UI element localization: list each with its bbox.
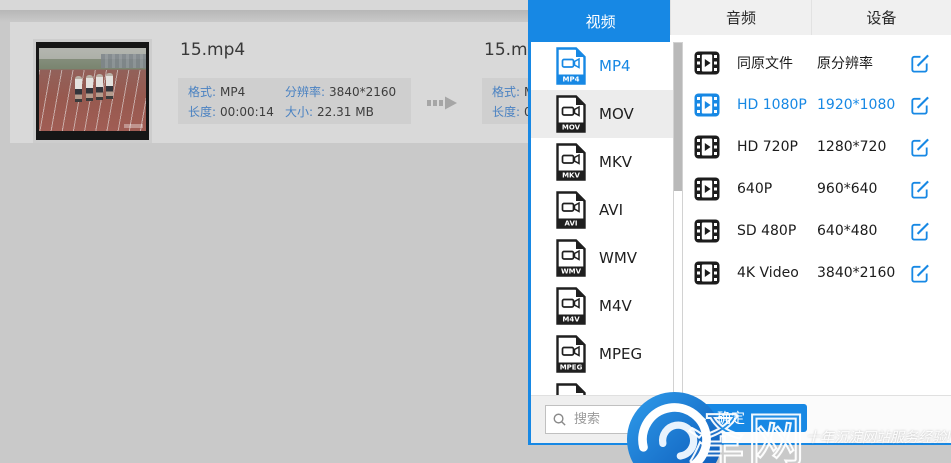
partial-file-icon [556, 383, 586, 395]
mpeg-file-icon: MPEG [556, 335, 586, 373]
thumbnail-figure [86, 75, 93, 101]
svg-text:WMV: WMV [561, 268, 582, 276]
format-list: MP4 MP4 MOV MOV [531, 42, 673, 395]
format-option-m4v[interactable]: M4V M4V [531, 282, 673, 330]
tab-audio[interactable]: 音频 [670, 0, 810, 35]
thumbnail-photo [39, 48, 146, 131]
duration-label: 长度: [492, 105, 520, 119]
edit-icon[interactable] [908, 178, 931, 201]
thumbnail-building [101, 54, 146, 68]
scrollbar-thumb[interactable] [674, 43, 682, 191]
edit-icon[interactable] [908, 136, 931, 159]
film-icon [694, 176, 720, 202]
svg-text:MPEG: MPEG [560, 364, 583, 372]
tab-device[interactable]: 设备 [811, 0, 951, 35]
film-icon [694, 260, 720, 286]
thumbnail-figure [75, 76, 82, 102]
resolution-option-4k[interactable]: 4K Video 3840*2160 [683, 252, 951, 294]
edit-icon[interactable] [908, 52, 931, 75]
resolution-option-480p[interactable]: SD 480P 640*480 [683, 210, 951, 252]
format-option-wmv[interactable]: WMV WMV [531, 234, 673, 282]
format-option-label: AVI [599, 201, 623, 219]
resolution-label: 分辨率: [285, 85, 325, 99]
resolution-name: HD 1080P [737, 97, 817, 113]
resolution-value: 1280*720 [817, 139, 908, 155]
film-icon [694, 92, 720, 118]
resolution-name: 640P [737, 181, 817, 197]
film-icon [694, 50, 720, 76]
resolution-value: 1920*1080 [817, 97, 908, 113]
size-label: 大小: [285, 105, 313, 119]
format-list-scrollbar[interactable] [673, 42, 683, 395]
resolution-value: 原分辨率 [817, 53, 908, 73]
search-input[interactable] [572, 411, 656, 428]
avi-file-icon: AVI [556, 191, 586, 229]
app-window: 15.mp4 格式: MP4 分辨率: 3840*2160 长度: 00:00:14 … [0, 0, 951, 463]
source-info-box: 格式: MP4 分辨率: 3840*2160 长度: 00:00:14 大小: 22.3… [178, 78, 411, 124]
format-option-mp4[interactable]: MP4 MP4 [531, 42, 673, 90]
format-picker-popup: 视频 音频 设备 MP4 MP4 [528, 0, 951, 445]
thumbnail-figure [106, 73, 113, 99]
source-file-name: 15.mp4 [180, 40, 245, 60]
search-box[interactable] [545, 405, 667, 434]
resolution-name: 同原文件 [737, 53, 817, 73]
mov-file-icon: MOV [556, 95, 586, 133]
tab-video[interactable]: 视频 [531, 0, 670, 42]
m4v-file-icon: M4V [556, 287, 586, 325]
resolution-name: HD 720P [737, 139, 817, 155]
format-option-label: M4V [599, 297, 632, 315]
mkv-file-icon: MKV [556, 143, 586, 181]
format-option-partial[interactable] [531, 378, 673, 395]
svg-text:MKV: MKV [562, 172, 580, 180]
svg-text:AVI: AVI [565, 220, 578, 228]
wmv-file-icon: WMV [556, 239, 586, 277]
popup-tabs: 视频 音频 设备 [531, 0, 951, 35]
film-icon [694, 218, 720, 244]
convert-arrow-icon [427, 95, 457, 111]
svg-text:MP4: MP4 [563, 76, 580, 84]
resolution-value: 3840*2160 [329, 85, 396, 99]
size-value: 22.31 MB [317, 105, 374, 119]
edit-icon[interactable] [908, 220, 931, 243]
format-option-label: MP4 [599, 57, 631, 75]
format-option-mkv[interactable]: MKV MKV [531, 138, 673, 186]
resolution-value: 3840*2160 [817, 265, 908, 281]
edit-icon[interactable] [908, 94, 931, 117]
resolution-option-720p[interactable]: HD 720P 1280*720 [683, 126, 951, 168]
confirm-button[interactable]: 确定 [655, 404, 807, 432]
format-option-label: MOV [599, 105, 634, 123]
resolution-list: 同原文件 原分辨率 HD 1080P 1920*1080 [683, 42, 951, 294]
duration-value: 00:00:14 [220, 105, 274, 119]
video-thumbnail [33, 39, 152, 143]
resolution-option-640p[interactable]: 640P 960*640 [683, 168, 951, 210]
format-option-avi[interactable]: AVI AVI [531, 186, 673, 234]
format-option-label: WMV [599, 249, 637, 267]
edit-icon[interactable] [908, 262, 931, 285]
format-option-mpeg[interactable]: MPEG MPEG [531, 330, 673, 378]
thumbnail-figure [96, 74, 103, 100]
resolution-value: 960*640 [817, 181, 908, 197]
format-value: MP4 [220, 85, 245, 99]
resolution-name: 4K Video [737, 265, 817, 281]
format-option-label: MPEG [599, 345, 642, 363]
format-label: 格式: [492, 85, 520, 99]
resolution-value: 640*480 [817, 223, 908, 239]
search-icon [552, 412, 567, 427]
film-icon [694, 134, 720, 160]
format-option-mov[interactable]: MOV MOV [531, 90, 673, 138]
mp4-file-icon: MP4 [556, 47, 586, 85]
svg-text:M4V: M4V [562, 316, 580, 324]
thumbnail-watermark [124, 124, 143, 128]
format-option-label: MKV [599, 153, 632, 171]
svg-text:MOV: MOV [562, 124, 581, 132]
format-label: 格式: [188, 85, 216, 99]
popup-bottom-bar: 确定 [531, 395, 951, 443]
duration-label: 长度: [188, 105, 216, 119]
resolution-option-original[interactable]: 同原文件 原分辨率 [683, 42, 951, 84]
resolution-name: SD 480P [737, 223, 817, 239]
resolution-option-1080p[interactable]: HD 1080P 1920*1080 [683, 84, 951, 126]
